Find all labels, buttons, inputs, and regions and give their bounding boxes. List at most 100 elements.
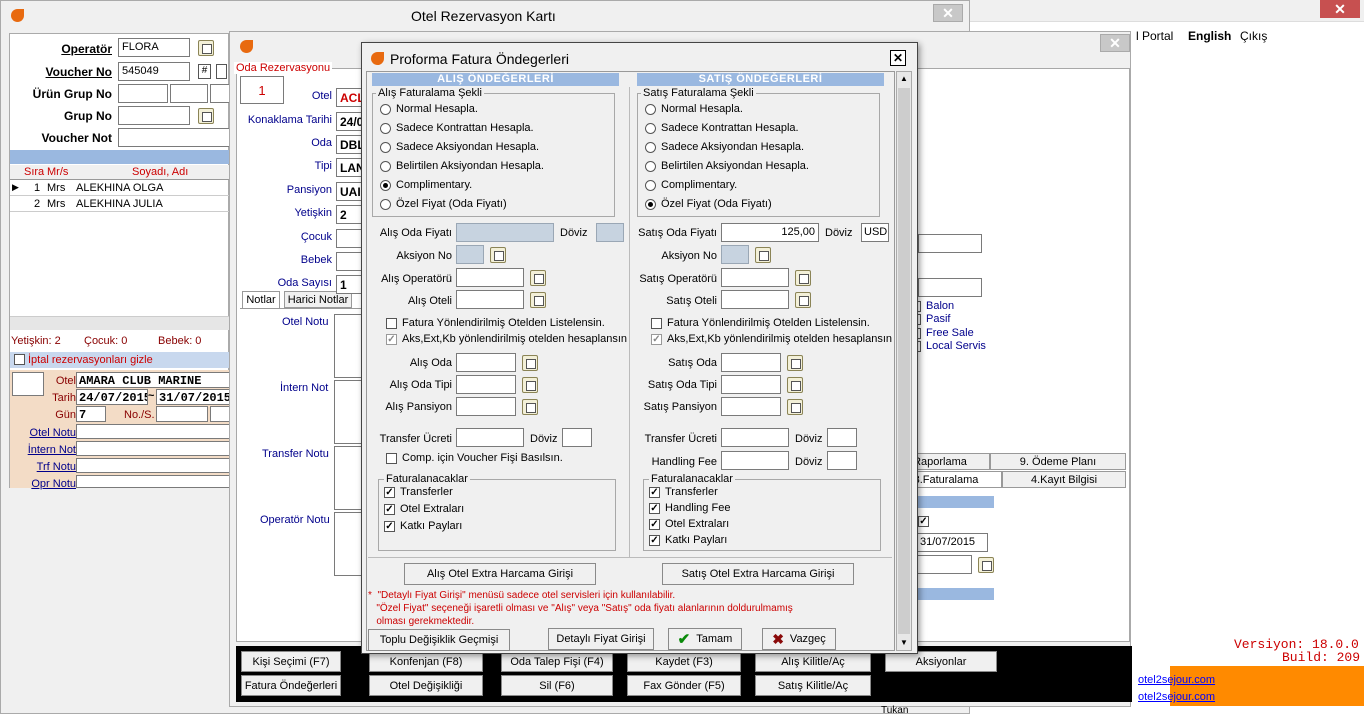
urun-grup-field-3[interactable]: [210, 84, 230, 103]
alis-chk1[interactable]: [386, 318, 397, 329]
left-opr-notu-field[interactable]: [76, 475, 230, 488]
satis-aksiyon-field[interactable]: [721, 245, 749, 264]
form-field-3[interactable]: LAN: [336, 158, 362, 177]
link-2[interactable]: otel2sejour.com: [1138, 691, 1215, 703]
right-field-2[interactable]: [918, 278, 982, 297]
right-date-field[interactable]: 31/07/2015: [916, 533, 988, 552]
intern-not-field[interactable]: [334, 380, 364, 444]
bottom-button-r2-3[interactable]: Fax Gönder (F5): [627, 675, 741, 696]
satis-aksiyon-pick-icon[interactable]: [755, 247, 771, 263]
alis-oda_tipi-field[interactable]: [456, 375, 516, 394]
form-field-6[interactable]: [336, 229, 362, 248]
satis-otel-pick-icon[interactable]: [795, 292, 811, 308]
alis-transfer-field[interactable]: [456, 428, 524, 447]
form-field-2[interactable]: DBL: [336, 135, 362, 154]
satis-extra-button[interactable]: Satış Otel Extra Harcama Girişi: [662, 563, 854, 585]
right-pick-icon[interactable]: [978, 557, 994, 573]
bottom-button-r1-1[interactable]: Konfenjan (F8): [369, 651, 483, 672]
detayli-fiyat-button[interactable]: Detaylı Fiyat Girişi: [548, 628, 654, 650]
alis-oda_tipi-pick-icon[interactable]: [522, 377, 538, 393]
alis-operator-field[interactable]: [456, 268, 524, 287]
no-s-field-2[interactable]: [210, 406, 230, 422]
alis-oda-fiyati-field[interactable]: [456, 223, 554, 242]
satis-pansiyon-pick-icon[interactable]: [787, 399, 803, 415]
satis-handling-doviz-field[interactable]: [827, 451, 857, 470]
alis-transfer-doviz-field[interactable]: [562, 428, 592, 447]
alis-pansiyon-pick-icon[interactable]: [522, 399, 538, 415]
alis-otel-field[interactable]: [456, 290, 524, 309]
table-row[interactable]: ▶ 1 Mrs ALEKHINA OLGA: [10, 180, 230, 196]
satis-fat-checkbox-0[interactable]: ✓: [649, 487, 660, 498]
grup-pick-icon[interactable]: [198, 108, 214, 124]
satis-fat-checkbox-1[interactable]: ✓: [649, 503, 660, 514]
scroll-thumb[interactable]: [898, 88, 910, 634]
bottom-button-r2-2[interactable]: Sil (F6): [501, 675, 613, 696]
left-otel-notu-field[interactable]: [76, 424, 230, 439]
left-intern-not-field[interactable]: [76, 441, 230, 456]
tab-odeme-plani[interactable]: 9. Ödeme Planı: [990, 453, 1126, 470]
urun-grup-field-2[interactable]: [170, 84, 208, 103]
right-field-3[interactable]: [916, 555, 972, 574]
satis-fat-checkbox-2[interactable]: ✓: [649, 519, 660, 530]
satis-radio-5[interactable]: [645, 199, 656, 210]
satis-oda-pick-icon[interactable]: [787, 355, 803, 371]
main-close-button[interactable]: ✕: [933, 4, 963, 22]
operator-pick-icon[interactable]: [198, 40, 214, 56]
dialog-scrollbar[interactable]: ▲ ▼: [896, 71, 912, 651]
tab-kayit-bilgisi[interactable]: 4.Kayıt Bilgisi: [1002, 471, 1126, 488]
form-field-8[interactable]: 1: [336, 275, 362, 294]
form-field-4[interactable]: UAI: [336, 182, 362, 201]
voucher-field[interactable]: 545049: [118, 62, 190, 81]
vazgec-button[interactable]: ✖ Vazgeç: [762, 628, 836, 650]
satis-radio-2[interactable]: [645, 142, 656, 153]
bottom-button-r1-5[interactable]: Aksiyonlar: [885, 651, 997, 672]
alis-fat-checkbox-2[interactable]: ✓: [384, 521, 395, 532]
right-field-1[interactable]: [918, 234, 982, 253]
satis-pansiyon-field[interactable]: [721, 397, 781, 416]
left-trf-notu-field[interactable]: [76, 458, 230, 473]
satis-fat-checkbox-3[interactable]: ✓: [649, 535, 660, 546]
satis-radio-1[interactable]: [645, 123, 656, 134]
english-link[interactable]: English: [1188, 29, 1231, 43]
alis-pansiyon-field[interactable]: [456, 397, 516, 416]
tab-notlar[interactable]: Notlar: [242, 291, 280, 308]
satis-chk2[interactable]: ✓: [651, 334, 662, 345]
bottom-button-r2-1[interactable]: Otel Değişikliği: [369, 675, 483, 696]
col-mrs[interactable]: Mr/s: [47, 166, 68, 178]
satis-operator-field[interactable]: [721, 268, 789, 287]
inner-close-button[interactable]: ✕: [1100, 34, 1130, 52]
alis-radio-5[interactable]: [380, 199, 391, 210]
form-field-0[interactable]: ACL: [336, 88, 362, 107]
transfer-notu-field[interactable]: [334, 446, 364, 510]
alis-aksiyon-pick-icon[interactable]: [490, 247, 506, 263]
alis-aksiyon-field[interactable]: [456, 245, 484, 264]
table-row[interactable]: 2 Mrs ALEKHINA JULIA: [10, 196, 230, 212]
satis-oda-fiyati-field[interactable]: 125,00: [721, 223, 819, 242]
urun-grup-field-1[interactable]: [118, 84, 168, 103]
satis-doviz-field[interactable]: USD: [861, 223, 889, 242]
col-sira[interactable]: Sıra: [24, 166, 44, 178]
tarih-from-field[interactable]: 24/07/2015: [76, 389, 148, 405]
otel-notu-field[interactable]: [334, 314, 364, 378]
bottom-button-r1-0[interactable]: Kişi Seçimi (F7): [241, 651, 341, 672]
alis-otel-pick-icon[interactable]: [530, 292, 546, 308]
bg-close-button[interactable]: ✕: [1320, 0, 1360, 18]
tarih-to-field[interactable]: 31/07/2015: [156, 389, 230, 405]
bottom-button-r2-4[interactable]: Satış Kilitle/Aç: [755, 675, 871, 696]
satis-radio-3[interactable]: [645, 161, 656, 172]
satis-operator-pick-icon[interactable]: [795, 270, 811, 286]
alis-chk2[interactable]: ✓: [386, 334, 397, 345]
iptal-checkbox[interactable]: [14, 354, 25, 365]
alis-doviz-field[interactable]: [596, 223, 624, 242]
satis-transfer-doviz-field[interactable]: [827, 428, 857, 447]
alis-comp-checkbox[interactable]: [386, 453, 397, 464]
satis-oda-field[interactable]: [721, 353, 781, 372]
doc-icon[interactable]: [216, 64, 227, 79]
grid-scrollbar[interactable]: [10, 316, 230, 330]
alis-operator-pick-icon[interactable]: [530, 270, 546, 286]
alis-oda-pick-icon[interactable]: [522, 355, 538, 371]
portal-link[interactable]: l Portal: [1136, 29, 1173, 43]
satis-otel-field[interactable]: [721, 290, 789, 309]
operator-notu-field[interactable]: [334, 512, 364, 576]
alis-radio-4[interactable]: [380, 180, 391, 191]
